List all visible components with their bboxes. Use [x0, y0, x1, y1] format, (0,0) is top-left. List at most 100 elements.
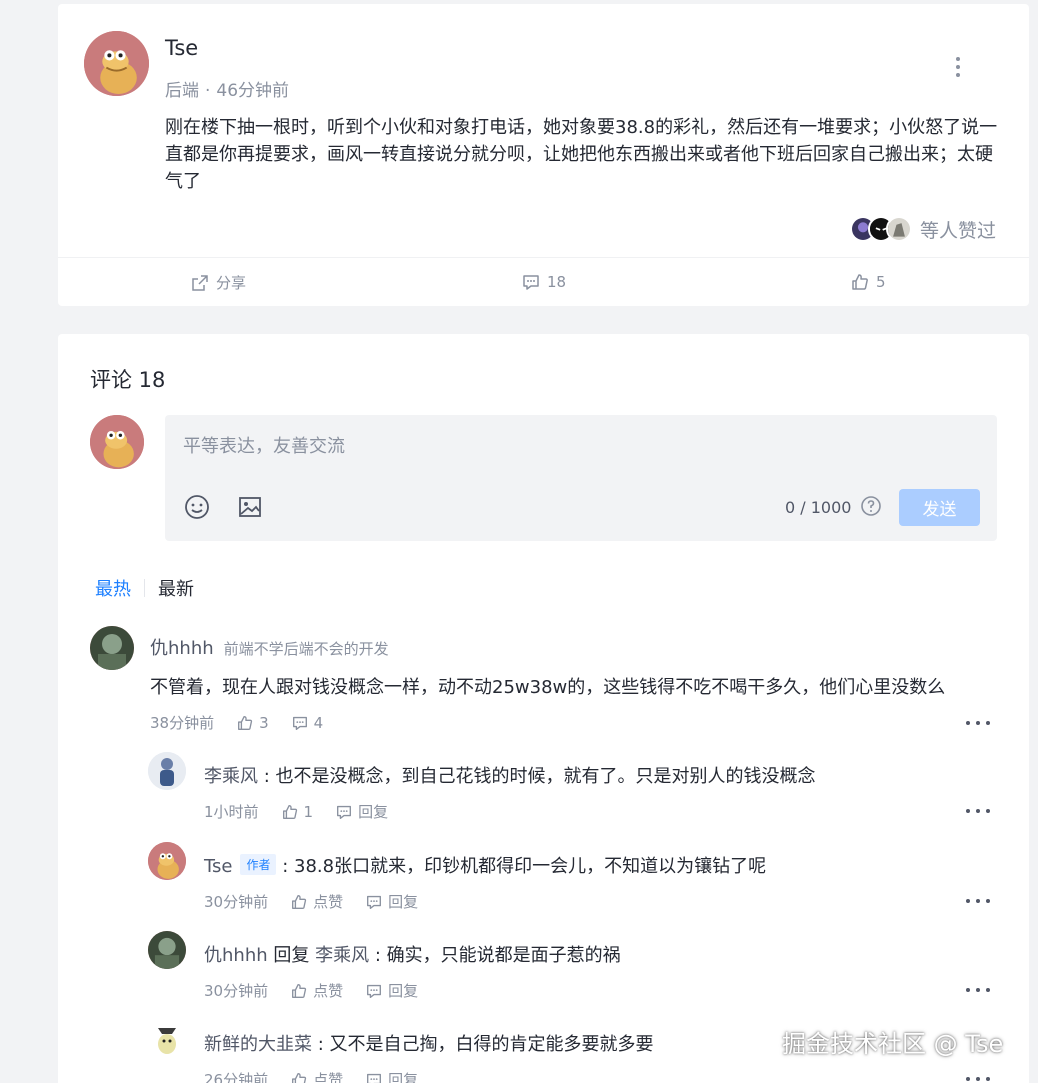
- reply-reply-button[interactable]: 回复: [365, 980, 418, 1001]
- commenter-name-text[interactable]: 仇hhhh: [150, 638, 214, 659]
- comment-reply-count: 4: [313, 713, 324, 732]
- comment-reply-button[interactable]: 4: [291, 713, 324, 732]
- reply-like-label: 点赞: [313, 1071, 344, 1083]
- comment-icon: [337, 805, 352, 819]
- share-icon: [192, 274, 208, 291]
- help-icon[interactable]: [860, 495, 882, 517]
- comment-icon: [367, 895, 382, 909]
- reply-text: 新鲜的大韭菜 : 又不是自己掏，白得的肯定能多要就多要: [204, 1030, 654, 1056]
- more-icon[interactable]: [966, 1072, 990, 1083]
- image-icon[interactable]: [236, 493, 264, 521]
- reply-reply-label: 回复: [388, 1071, 419, 1083]
- commenter-name[interactable]: 仇hhhh 前端不学后端不会的开发: [150, 634, 389, 660]
- reply-item: Tse 作者 : 38.8张口就来，印钞机都得印一会儿，不知道以为镶钻了呢 30分…: [58, 840, 1029, 920]
- thumbs-up-icon: [292, 1072, 307, 1083]
- reply-word: 回复: [273, 945, 310, 966]
- reply-content: : 又不是自己掏，白得的肯定能多要就多要: [317, 1034, 654, 1055]
- reply-target-name[interactable]: 李乘风: [315, 945, 369, 966]
- reply-like-button[interactable]: 点赞: [290, 980, 343, 1001]
- comment-like-button[interactable]: 3: [236, 714, 269, 732]
- reply-item: 李乘风 : 也不是没概念，到自己花钱的时候，就有了。只是对别人的钱没概念 1小时…: [58, 750, 1029, 830]
- author-name[interactable]: Tse: [165, 36, 198, 60]
- reply-reply-button[interactable]: 回复: [365, 891, 418, 912]
- thumbs-up-icon: [852, 274, 868, 290]
- reply-content: : 38.8张口就来，印钞机都得印一会儿，不知道以为镶钻了呢: [282, 856, 767, 877]
- comment-time: 38分钟前: [150, 714, 215, 732]
- like-button[interactable]: 5: [850, 272, 886, 292]
- reply-text: 仇hhhh 回复 李乘风 : 确实，只能说都是面子惹的祸: [204, 941, 621, 967]
- replier-avatar[interactable]: [148, 931, 186, 969]
- reply-meta: 1小时前 1 回复: [204, 801, 388, 822]
- comment-icon: [367, 984, 382, 998]
- tab-new[interactable]: 最新: [158, 575, 194, 601]
- reply-meta: 26分钟前 点赞 回复: [204, 1069, 418, 1083]
- comment-meta: 38分钟前 3 4: [150, 712, 323, 733]
- reply-time: 30分钟前: [204, 893, 269, 911]
- reply-like-button[interactable]: 点赞: [290, 1069, 343, 1083]
- post-category[interactable]: 后端: [165, 81, 199, 101]
- more-icon[interactable]: [966, 894, 990, 908]
- thumbs-up-icon: [282, 804, 297, 819]
- comment-button[interactable]: 18: [521, 272, 566, 292]
- like-count: 5: [876, 273, 886, 291]
- commenter-avatar[interactable]: [90, 626, 134, 670]
- comment-input[interactable]: 平等表达，友善交流 0 / 1000 发送: [165, 415, 997, 541]
- reply-content: : 也不是没概念，到自己花钱的时候，就有了。只是对别人的钱没概念: [263, 766, 816, 787]
- char-counter: 0 / 1000: [785, 498, 852, 517]
- replier-name[interactable]: Tse: [204, 856, 232, 877]
- emoji-icon[interactable]: [183, 493, 211, 521]
- share-label: 分享: [216, 274, 247, 292]
- thumbs-up-icon: [292, 894, 307, 909]
- comment-like-count: 3: [259, 713, 269, 732]
- reply-reply-button[interactable]: 回复: [365, 1069, 418, 1083]
- reply-reply-label: 回复: [358, 803, 389, 821]
- reply-reply-label: 回复: [388, 982, 419, 1000]
- more-icon[interactable]: [966, 804, 990, 818]
- reply-reply-label: 回复: [388, 893, 419, 911]
- replier-avatar[interactable]: [148, 842, 186, 880]
- comment-text: 不管着，现在人跟对钱没概念一样，动不动25w38w的，这些钱得不吃不喝干多久，他…: [150, 677, 946, 698]
- reply-meta: 30分钟前 点赞 回复: [204, 980, 418, 1001]
- reply-time: 30分钟前: [204, 982, 269, 1000]
- reply-like-button[interactable]: 1: [281, 802, 314, 821]
- tab-divider: [144, 579, 145, 597]
- my-avatar[interactable]: [90, 415, 144, 469]
- author-avatar[interactable]: [84, 31, 149, 96]
- post-time: 46分钟前: [216, 81, 290, 101]
- reply-reply-button[interactable]: 回复: [335, 801, 388, 822]
- more-icon[interactable]: [966, 716, 990, 730]
- comment-icon: [523, 275, 539, 290]
- post-card: Tse 后端 · 46分钟前 刚在楼下抽一根时，听到个小伙和对象打电话，她对象要38…: [58, 4, 1029, 306]
- reply-content: : 确实，只能说都是面子惹的祸: [374, 945, 621, 966]
- commenter-desc: 前端不学后端不会的开发: [223, 640, 389, 658]
- replier-avatar[interactable]: [148, 1020, 186, 1058]
- author-badge: 作者: [240, 854, 277, 875]
- tab-hot[interactable]: 最热: [95, 575, 131, 601]
- sort-tabs: 最热 最新: [95, 575, 194, 601]
- reply-text: Tse 作者 : 38.8张口就来，印钞机都得印一会儿，不知道以为镶钻了呢: [204, 852, 766, 878]
- liker-avatar: [886, 216, 912, 242]
- comments-card: 评论 18 平等表达，友善交流 0 / 1000 发送 最热 最新 仇hhhh 前…: [58, 334, 1029, 1083]
- reply-text: 李乘风 : 也不是没概念，到自己花钱的时候，就有了。只是对别人的钱没概念: [204, 762, 816, 788]
- more-icon[interactable]: [966, 983, 990, 997]
- post-content: 刚在楼下抽一根时，听到个小伙和对象打电话，她对象要38.8的彩礼，然后还有一堆要…: [165, 117, 998, 192]
- reply-like-label: 点赞: [313, 893, 344, 911]
- send-button[interactable]: 发送: [899, 489, 980, 526]
- comments-title: 评论 18: [90, 368, 166, 392]
- replier-name[interactable]: 仇hhhh: [204, 945, 268, 966]
- reply-meta: 30分钟前 点赞 回复: [204, 891, 418, 912]
- comment-icon: [367, 1073, 382, 1083]
- more-options-icon[interactable]: [946, 54, 970, 80]
- thumbs-up-icon: [238, 715, 253, 730]
- share-button[interactable]: 分享: [190, 272, 246, 293]
- comment-item: 仇hhhh 前端不学后端不会的开发 不管着，现在人跟对钱没概念一样，动不动25w3…: [58, 624, 1029, 734]
- reply-time: 1小时前: [204, 803, 259, 821]
- replier-name[interactable]: 新鲜的大韭菜: [204, 1034, 312, 1055]
- replier-name[interactable]: 李乘风: [204, 766, 258, 787]
- watermark: 掘金技术社区 @ Tse: [782, 1030, 1004, 1058]
- reply-like-label: 1: [303, 802, 314, 821]
- post-meta: 后端 · 46分钟前: [165, 76, 289, 101]
- reply-like-button[interactable]: 点赞: [290, 891, 343, 912]
- likers[interactable]: 等人赞过: [850, 215, 996, 243]
- replier-avatar[interactable]: [148, 752, 186, 790]
